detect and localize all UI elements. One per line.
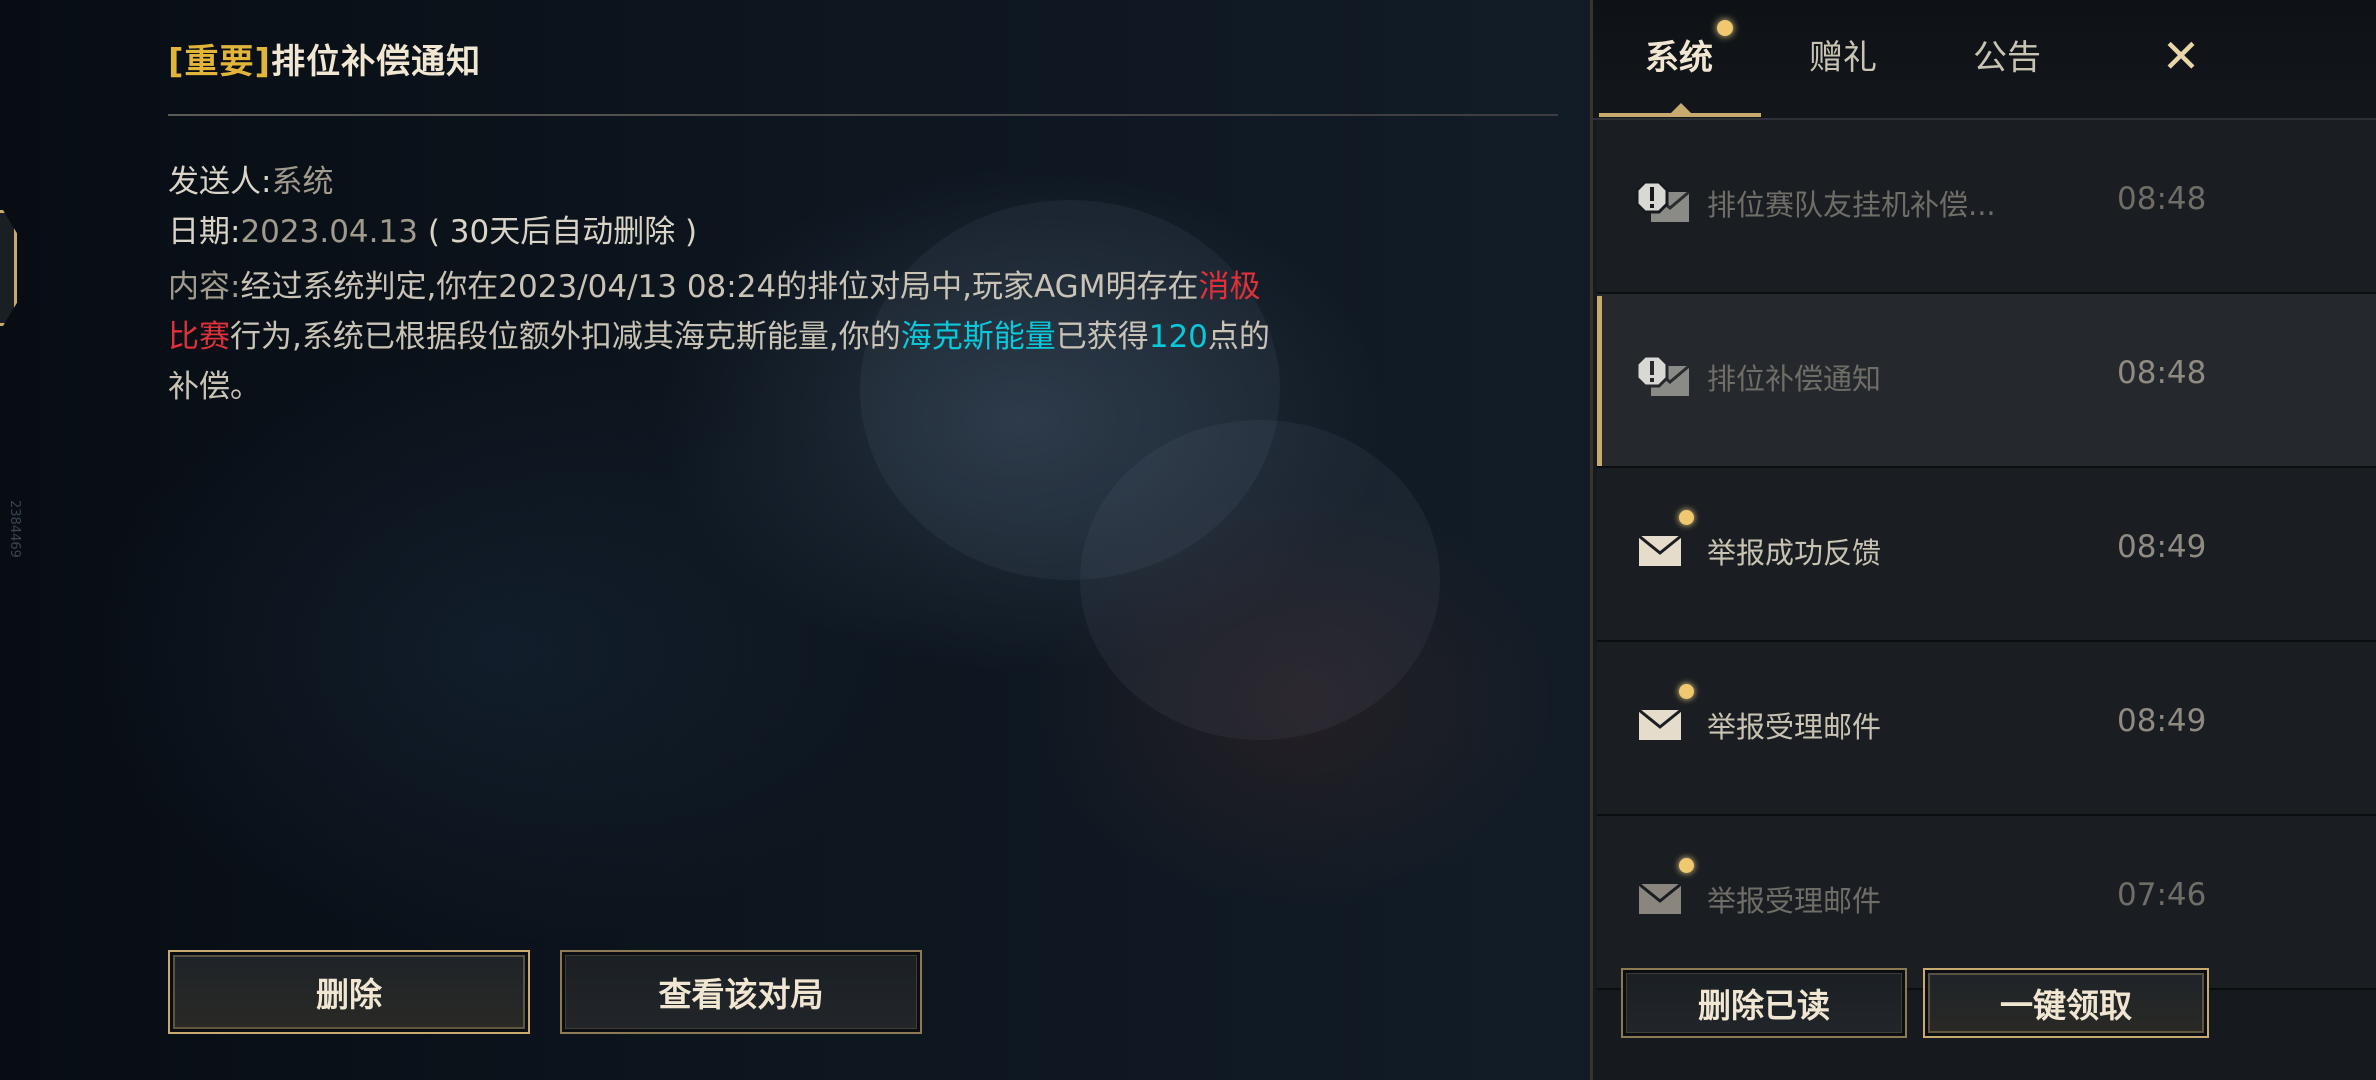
mail-title-text: 排位补偿通知 (271, 42, 482, 82)
mail-subject: 举报受理邮件 (1707, 710, 1882, 744)
active-tab-underline (1599, 113, 1761, 117)
unread-dot (1679, 858, 1694, 873)
date-note: ( 30天后自动删除 ) (427, 214, 698, 250)
envelope-icon (1638, 882, 1682, 914)
hextech-energy-text: 海克斯能量 (900, 319, 1056, 355)
date-value: 2023.04.13 (240, 214, 418, 250)
side-id-text: 2384469 (7, 500, 22, 558)
content-text: 已获得 (1055, 319, 1149, 355)
mail-time: 08:49 (2117, 703, 2207, 739)
mail-content: 内容:经过系统判定,你在2023/04/13 08:24的排位对局中,玩家AGM… (168, 262, 1278, 412)
view-match-button[interactable]: 查看该对局 (560, 950, 922, 1034)
sender-label: 发送人: (168, 164, 272, 200)
mail-subject: 排位赛队友挂机补偿... (1707, 188, 1996, 222)
mail-subject: 排位补偿通知 (1707, 362, 1882, 396)
close-icon[interactable]: ✕ (2153, 28, 2209, 84)
tab-system[interactable]: 系统 (1645, 30, 1713, 79)
sender-value: 系统 (271, 164, 334, 200)
content-label: 内容: (168, 269, 241, 305)
unread-dot (1679, 510, 1694, 525)
unread-dot (1679, 684, 1694, 699)
tab-unread-dot (1717, 20, 1733, 36)
date-label: 日期: (168, 214, 241, 250)
mail-tabs-bar: 系统 赠礼 公告 ✕ (1593, 0, 2376, 120)
content-text: 经过系统判定,你在2023/04/13 08:24的排位对局中,玩家AGM明存在 (240, 269, 1199, 305)
date-row: 日期:2023.04.13 ( 30天后自动删除 ) (168, 206, 697, 251)
mail-time: 08:48 (2117, 355, 2207, 391)
mail-item-selected[interactable]: 排位补偿通知 08:48 (1597, 294, 2376, 468)
mail-time: 08:49 (2117, 529, 2207, 565)
mail-list-panel: 系统 赠礼 公告 ✕ 排位赛队友挂机补偿... 08:48 排位补偿通知 08:… (1590, 0, 2376, 1080)
claim-all-button[interactable]: 一键领取 (1923, 968, 2209, 1038)
mail-detail-title: [重要]排位补偿通知 (168, 34, 481, 83)
sender-row: 发送人:系统 (168, 156, 333, 201)
title-divider (168, 114, 1558, 116)
mail-time: 08:48 (2117, 181, 2207, 217)
mail-item[interactable]: 举报成功反馈 08:49 (1597, 468, 2376, 642)
background-shape (1080, 420, 1440, 740)
envelope-icon (1638, 534, 1682, 566)
mail-item[interactable]: 举报受理邮件 08:49 (1597, 642, 2376, 816)
mail-list[interactable]: 排位赛队友挂机补偿... 08:48 排位补偿通知 08:48 举报成功反馈 0… (1597, 120, 2376, 990)
alert-mail-icon (1635, 180, 1690, 222)
tab-announcements[interactable]: 公告 (1973, 30, 2041, 79)
content-text: 行为,系统已根据段位额外扣减其海克斯能量,你的 (230, 319, 901, 355)
mail-item[interactable]: 排位赛队友挂机补偿... 08:48 (1597, 120, 2376, 294)
mail-subject: 举报成功反馈 (1707, 536, 1882, 570)
tab-gifts[interactable]: 赠礼 (1809, 30, 1877, 79)
alert-mail-icon (1635, 354, 1690, 396)
delete-read-button[interactable]: 删除已读 (1621, 968, 1907, 1038)
mail-item[interactable]: 举报受理邮件 07:46 (1597, 816, 2376, 990)
important-tag: [重要] (168, 42, 272, 82)
compensation-points: 120 (1148, 319, 1208, 355)
mail-time: 07:46 (2117, 877, 2207, 913)
envelope-icon (1638, 708, 1682, 740)
mail-subject: 举报受理邮件 (1707, 884, 1882, 918)
delete-button[interactable]: 删除 (168, 950, 530, 1034)
